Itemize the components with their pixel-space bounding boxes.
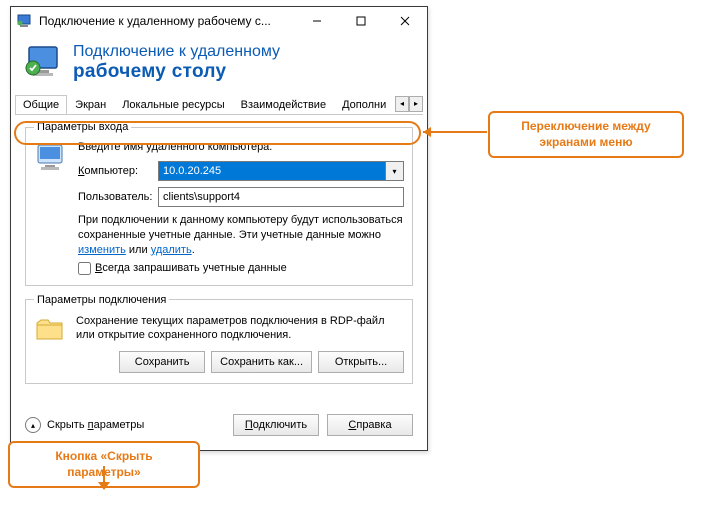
user-label: Пользователь: (78, 191, 158, 203)
connection-legend: Параметры подключения (34, 294, 169, 306)
annotation-arrow-line (423, 131, 487, 133)
delete-credentials-link[interactable]: удалить (151, 244, 192, 256)
titlebar: Подключение к удаленному рабочему с... (11, 7, 427, 35)
app-icon (17, 13, 33, 29)
login-group: Параметры входа Введите имя удаленного к… (25, 121, 413, 286)
always-ask-checkbox[interactable]: Всегда запрашивать учетные данные (78, 262, 404, 275)
tab-local-resources[interactable]: Локальные ресурсы (114, 95, 232, 114)
header-line2: рабочему столу (73, 61, 280, 83)
tab-experience[interactable]: Взаимодействие (233, 95, 334, 114)
connection-group: Параметры подключения Сохранение текущих… (25, 294, 413, 385)
header-text: Подключение к удаленному рабочему столу (73, 43, 280, 83)
header: Подключение к удаленному рабочему столу (11, 35, 427, 93)
tabs-scroll-right[interactable]: ▸ (409, 96, 423, 112)
user-input[interactable] (158, 187, 404, 207)
computer-input[interactable] (158, 161, 386, 181)
annotation-arrow-head (423, 127, 431, 137)
header-line1: Подключение к удаленному (73, 43, 280, 61)
login-legend: Параметры входа (34, 121, 131, 133)
saved-credentials-text: При подключении к данному компьютеру буд… (78, 213, 404, 258)
save-button[interactable]: Сохранить (119, 351, 205, 373)
collapse-icon: ▴ (25, 417, 41, 433)
save-as-button[interactable]: Сохранить как... (211, 351, 312, 373)
tab-display[interactable]: Экран (67, 95, 114, 114)
login-instruction: Введите имя удаленного компьютера. (78, 141, 404, 153)
tabs-scroll: ◂ ▸ (395, 96, 423, 112)
folder-icon (34, 314, 70, 349)
tab-content: Параметры входа Введите имя удаленного к… (11, 115, 427, 402)
connect-button[interactable]: Подключить (233, 414, 319, 436)
minimize-button[interactable] (295, 7, 339, 35)
computer-icon (34, 141, 74, 180)
open-button[interactable]: Открыть... (318, 351, 404, 373)
tab-general[interactable]: Общие (15, 95, 67, 114)
computer-dropdown-icon[interactable]: ▾ (386, 161, 404, 181)
edit-credentials-link[interactable]: изменить (78, 244, 126, 256)
rdp-header-icon (25, 44, 63, 82)
rdp-window: Подключение к удаленному рабочему с... П… (10, 6, 428, 451)
tab-advanced[interactable]: Дополни (334, 95, 394, 114)
connection-text: Сохранение текущих параметров подключени… (76, 314, 404, 344)
tabs-scroll-left[interactable]: ◂ (395, 96, 409, 112)
computer-combo[interactable]: ▾ (158, 161, 404, 181)
always-ask-input[interactable] (78, 262, 91, 275)
window-title: Подключение к удаленному рабочему с... (39, 14, 295, 28)
annotation-arrow-down-head (98, 482, 110, 490)
close-button[interactable] (383, 7, 427, 35)
maximize-button[interactable] (339, 7, 383, 35)
computer-label: Компьютер: (78, 165, 158, 177)
help-button[interactable]: Справка (327, 414, 413, 436)
tabs: Общие Экран Локальные ресурсы Взаимодейс… (15, 93, 423, 115)
hide-options-button[interactable]: ▴ Скрыть параметры (25, 417, 144, 433)
annotation-tabs-callout: Переключение между экранами меню (488, 111, 684, 158)
